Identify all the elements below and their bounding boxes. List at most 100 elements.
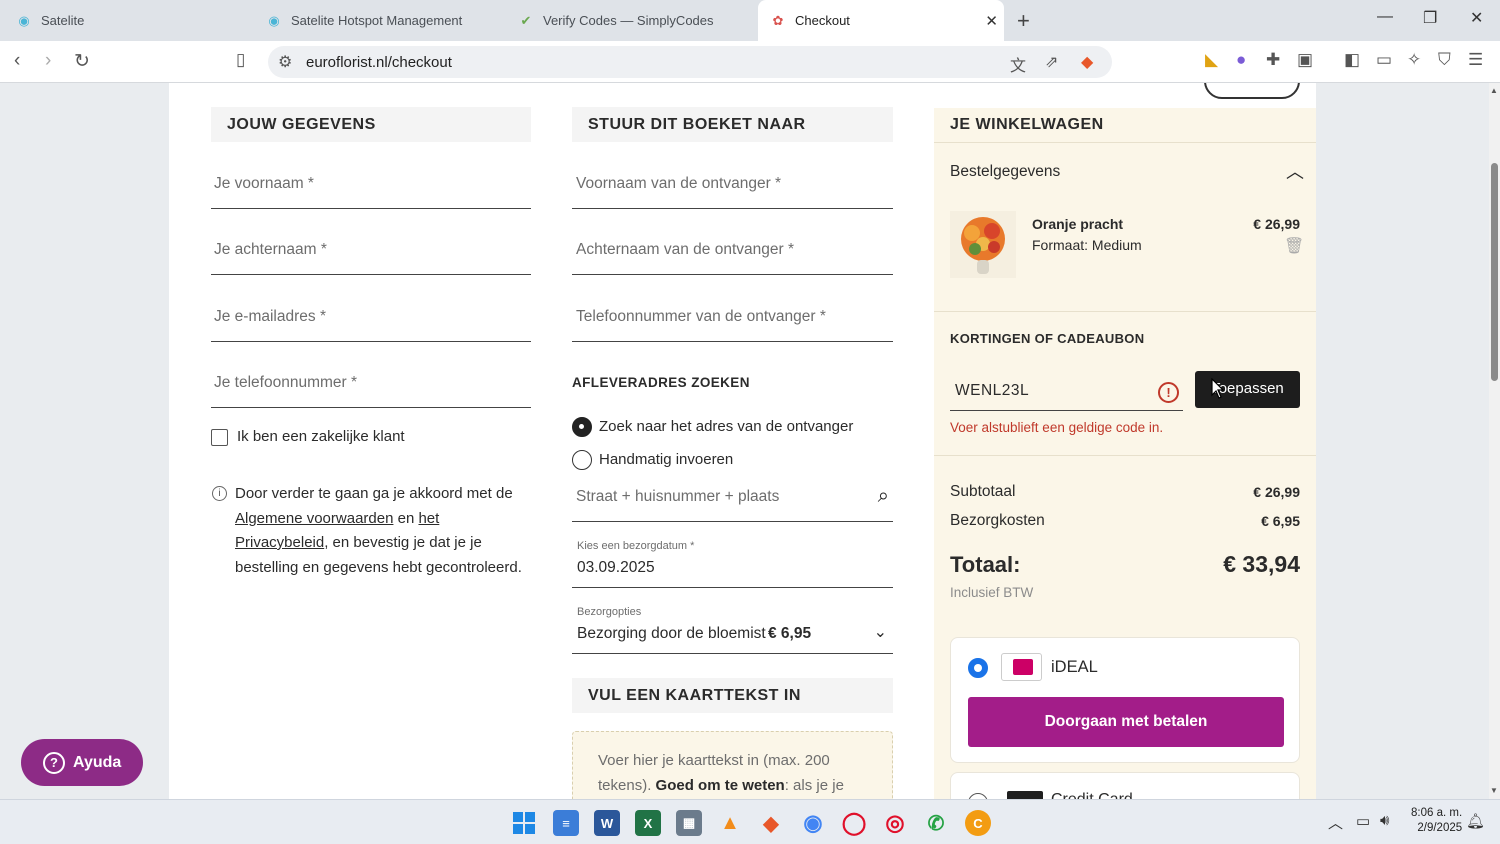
leo-ai-icon[interactable]: ✧ [1407,50,1421,70]
terms-part2: , en bevestig je dat je je [324,534,482,551]
rewards-icon[interactable]: ◣ [1205,50,1218,70]
wallet-icon[interactable]: ▭ [1376,50,1392,70]
search-icon[interactable]: ⌕ [878,485,889,508]
tab-checkout[interactable]: ✿ Checkout ✕ [758,0,1004,41]
radio-manual-entry[interactable] [572,450,592,470]
card-text-area[interactable]: Voer hier je kaarttekst in (max. 200 tek… [572,731,893,799]
share-icon[interactable]: ⇗ [1045,52,1058,72]
volume-icon[interactable]: 🔊︎ [1380,812,1389,829]
payment-option-credit-card[interactable]: Credit Card [950,772,1300,799]
site-settings-icon[interactable]: ⚙ [278,52,292,72]
scroll-up-icon[interactable]: ▲ [1490,86,1498,95]
product-price: € 26,99 [1253,216,1300,232]
sidebar-icon[interactable]: ◧ [1344,50,1360,70]
forward-icon[interactable]: › [45,50,51,72]
tab-title: Satelite [41,13,85,28]
phone-field[interactable]: Je telefoonnummer * [211,360,531,408]
windows-start-icon[interactable] [511,810,537,836]
tab-simplycodes[interactable]: ✔ Verify Codes — SimplyCodes [518,0,758,41]
screenshot-icon[interactable]: ▣ [1297,50,1313,70]
close-window-icon[interactable]: ✕ [1470,8,1483,28]
opera-icon[interactable]: ◯ [841,810,867,836]
delivery-date-field[interactable]: Kies een bezorgdatum * 03.09.2025 [572,540,893,588]
order-details-toggle[interactable]: Bestelgegevens [950,163,1060,181]
vat-note: Inclusief BTW [950,585,1034,600]
recipient-last-name-placeholder: Achternaam van de ontvanger * [576,241,794,258]
scroll-thumb[interactable] [1491,163,1498,381]
brave-shield-icon[interactable]: ◆ [1081,52,1093,72]
brave-icon[interactable]: ◆ [758,810,784,836]
clock-date: 2/9/2025 [1417,822,1463,834]
word-icon[interactable]: W [594,810,620,836]
first-name-field[interactable]: Je voornaam * [211,161,531,209]
clock-time: 8:06 a. m. [1411,807,1463,819]
tab-title: Verify Codes — SimplyCodes [543,13,714,28]
payment-option-ideal[interactable]: iDEAL Doorgaan met betalen [950,637,1300,763]
delivery-date-label: Kies een bezorgdatum * [577,540,695,552]
card-placeholder-bold: Goed om te weten [655,776,785,794]
reload-icon[interactable]: ↻ [74,50,90,73]
vpn-icon[interactable]: ⛉ [1438,50,1451,70]
trash-icon[interactable]: 🗑 [1284,236,1304,256]
delivery-date-value: 03.09.2025 [577,559,655,576]
email-field[interactable]: Je e-mailadres * [211,294,531,342]
product-size: Formaat: Medium [1032,237,1142,253]
pay-button[interactable]: Doorgaan met betalen [968,697,1284,747]
privacy-link-part1[interactable]: het [418,510,439,527]
bookmark-icon[interactable]: ▯ [236,50,245,70]
scroll-down-icon[interactable]: ▼ [1490,786,1498,795]
display-icon[interactable]: ▭ [1356,812,1370,830]
app-c-icon[interactable]: C [965,810,991,836]
puzzle-icon[interactable]: ✚ [1266,50,1280,70]
url-text[interactable]: euroflorist.nl/checkout [306,54,452,71]
whatsapp-icon[interactable]: ✆ [923,810,949,836]
discount-code-input[interactable]: WENL23L ! [950,368,1183,411]
minimize-icon[interactable]: — [1377,8,1393,26]
notification-icon[interactable]: 🔔︎ [1466,812,1485,830]
email-placeholder: Je e-mailadres * [214,308,326,325]
back-icon[interactable]: ‹ [14,50,20,72]
address-bar[interactable]: ⚙ euroflorist.nl/checkout 文 ⇗ ◆ [268,46,1112,78]
close-icon[interactable]: ✕ [985,12,998,30]
address-search-input[interactable]: Straat + huisnummer + plaats ⌕ [572,474,893,522]
restore-icon[interactable]: ❐ [1423,8,1437,28]
menu-icon[interactable]: ☰ [1468,50,1483,70]
delivery-options-select[interactable]: Bezorgopties Bezorging door de bloemist … [572,606,893,654]
delivery-options-price: € 6,95 [768,625,812,642]
last-name-field[interactable]: Je achternaam * [211,227,531,275]
terms-text: Door verder te gaan ga je akkoord met de… [235,482,535,580]
tray-overflow-icon[interactable]: ︿ [1328,812,1343,833]
privacy-link[interactable]: Privacybeleid [235,534,324,551]
total-value: € 33,94 [1223,551,1300,577]
wifi-icon: ◉ [268,12,280,28]
excel-icon[interactable]: X [635,810,661,836]
calculator-icon[interactable]: ▦ [676,810,702,836]
credit-card-label: Credit Card [1051,791,1133,799]
tab-hotspot[interactable]: ◉ Satelite Hotspot Management [266,0,506,41]
scrollbar[interactable]: ▲ ▼ [1489,83,1500,799]
radio-ideal[interactable] [968,658,988,678]
notepad-icon[interactable]: ≡ [553,810,579,836]
recipient-phone-field[interactable]: Telefoonnummer van de ontvanger * [572,294,893,342]
terms-link[interactable]: Algemene voorwaarden [235,510,393,527]
shipping-value: € 6,95 [1261,513,1300,529]
header-pill-button[interactable] [1204,83,1300,99]
radio-search-address[interactable] [572,417,592,437]
opera-gx-icon[interactable]: ◎ [882,810,908,836]
translate-icon[interactable]: 文 [1010,52,1026,76]
recipient-last-name-field[interactable]: Achternaam van de ontvanger * [572,227,893,275]
chevron-up-icon[interactable]: ︿ [1286,158,1304,184]
recipient-heading: STUUR DIT BOEKET NAAR [572,107,893,142]
terms-en: en [397,509,415,527]
new-tab-icon[interactable]: + [1017,8,1030,34]
taskbar-clock[interactable]: 8:06 a. m. 2/9/2025 [1411,806,1462,836]
help-button[interactable]: ? Ayuda [21,739,143,786]
address-search-heading: AFLEVERADRES ZOEKEN [572,375,750,390]
chrome-icon[interactable]: ◉ [800,810,826,836]
tab-satelite[interactable]: ◉ Satelite [16,0,246,41]
extension-icon[interactable]: ● [1236,50,1246,70]
vlc-icon[interactable]: ▲ [717,810,743,836]
recipient-first-name-field[interactable]: Voornaam van de ontvanger * [572,161,893,209]
business-checkbox[interactable] [211,429,228,446]
delivery-options-label: Bezorgopties [577,606,642,618]
